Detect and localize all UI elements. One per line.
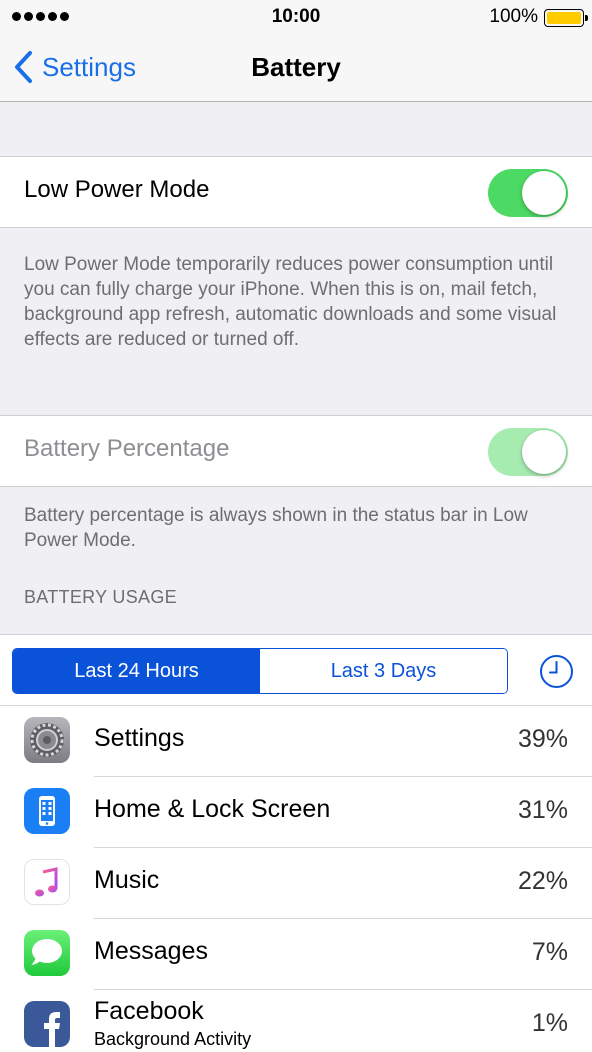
app-name: Music bbox=[94, 866, 160, 894]
status-bar: 10:00 100% bbox=[0, 0, 592, 36]
clock-icon[interactable] bbox=[539, 654, 574, 689]
page-title: Battery bbox=[251, 52, 341, 82]
battery-usage-panel: Last 24 Hours Last 3 Days Settings 39% H… bbox=[0, 634, 592, 1052]
battery-percentage-toggle bbox=[488, 428, 568, 476]
music-note-icon bbox=[24, 859, 70, 905]
low-power-mode-description: Low Power Mode temporarily reduces power… bbox=[24, 254, 557, 350]
battery-percentage-cell: Battery Percentage bbox=[0, 415, 592, 487]
app-row-messages[interactable]: Messages 7% bbox=[0, 918, 592, 989]
battery-percent-text: 100% bbox=[489, 6, 538, 27]
phone-screen-icon bbox=[24, 788, 70, 834]
app-row-settings[interactable]: Settings 39% bbox=[0, 705, 592, 776]
battery-icon bbox=[544, 9, 588, 27]
time-range-segmented-control: Last 24 Hours Last 3 Days bbox=[12, 648, 508, 694]
segment-last-24-hours[interactable]: Last 24 Hours bbox=[13, 649, 260, 693]
app-usage-percent: 31% bbox=[517, 796, 568, 824]
segment-last-3-days[interactable]: Last 3 Days bbox=[260, 649, 507, 693]
facebook-icon bbox=[24, 1001, 70, 1047]
battery-percentage-label: Battery Percentage bbox=[24, 435, 230, 462]
app-usage-percent: 1% bbox=[531, 1009, 568, 1037]
low-power-mode-cell: Low Power Mode bbox=[0, 156, 592, 228]
app-usage-percent: 22% bbox=[517, 867, 568, 895]
app-name: Settings bbox=[94, 724, 185, 752]
battery-usage-header: BATTERY USAGE bbox=[24, 587, 177, 607]
low-power-mode-label: Low Power Mode bbox=[24, 176, 210, 203]
app-usage-percent: 39% bbox=[517, 725, 568, 753]
app-subtitle: Background Activity bbox=[94, 1029, 252, 1049]
battery-percentage-description: Battery percentage is always shown in th… bbox=[24, 505, 528, 551]
low-power-mode-toggle[interactable] bbox=[488, 169, 568, 217]
app-row-facebook[interactable]: Facebook Background Activity 1% bbox=[0, 989, 592, 1052]
app-name: Home & Lock Screen bbox=[94, 795, 331, 823]
app-name: Facebook bbox=[94, 997, 204, 1025]
settings-gear-icon bbox=[24, 717, 70, 763]
navigation-bar: Settings Battery bbox=[0, 36, 592, 102]
app-row-home-lock-screen[interactable]: Home & Lock Screen 31% bbox=[0, 776, 592, 847]
app-row-music[interactable]: Music 22% bbox=[0, 847, 592, 918]
app-name: Messages bbox=[94, 937, 208, 965]
message-bubble-icon bbox=[24, 930, 70, 976]
app-usage-percent: 7% bbox=[531, 938, 568, 966]
